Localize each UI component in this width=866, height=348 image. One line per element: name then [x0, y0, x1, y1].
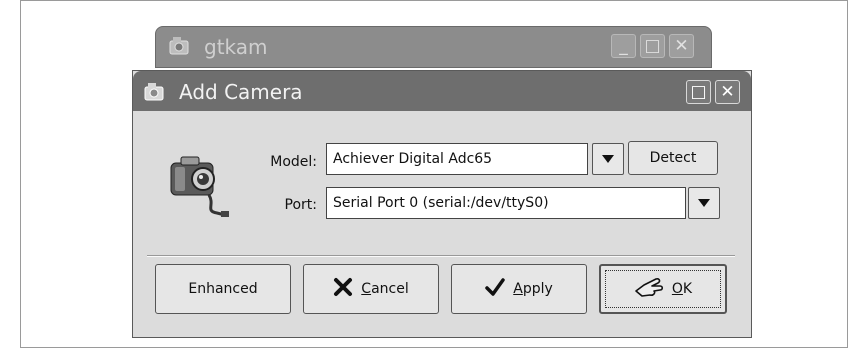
chevron-down-icon	[602, 155, 614, 163]
close-button[interactable]: ✕	[669, 34, 694, 58]
port-dropdown-button[interactable]	[688, 187, 720, 219]
window-title: gtkam	[204, 35, 268, 59]
port-combo[interactable]: Serial Port 0 (serial:/dev/ttyS0)	[326, 187, 686, 219]
model-dropdown-button[interactable]	[592, 143, 624, 175]
model-label: Model:	[270, 154, 317, 170]
digital-camera-icon	[165, 149, 235, 223]
maximize-button[interactable]: □	[640, 34, 665, 58]
camera-small-icon	[168, 35, 192, 61]
dialog-title: Add Camera	[179, 80, 303, 104]
checkmark-icon	[485, 277, 505, 301]
maximize-button[interactable]: □	[686, 80, 711, 104]
apply-button[interactable]: Apply	[451, 264, 587, 314]
port-label: Port:	[284, 197, 317, 213]
add-camera-dialog: Add Camera □ ✕ Model: Achiever Digital A…	[132, 70, 752, 338]
detect-label: Detect	[649, 150, 697, 166]
chevron-down-icon	[698, 199, 710, 207]
ok-button[interactable]: OK	[599, 264, 727, 314]
separator	[147, 255, 735, 257]
model-combo[interactable]: Achiever Digital Adc65	[326, 143, 588, 175]
model-value: Achiever Digital Adc65	[333, 151, 493, 167]
cancel-label: Cancel	[361, 281, 409, 297]
close-button[interactable]: ✕	[715, 80, 740, 104]
camera-small-icon	[143, 81, 167, 107]
enhanced-label: Enhanced	[188, 281, 258, 297]
cancel-button[interactable]: Cancel	[303, 264, 439, 314]
enhanced-button[interactable]: Enhanced	[155, 264, 291, 314]
gtkam-window: gtkam _ □ ✕	[155, 26, 712, 68]
minimize-button[interactable]: _	[611, 34, 636, 58]
apply-label: Apply	[513, 281, 553, 297]
dialog-titlebar: Add Camera □ ✕	[133, 71, 751, 111]
detect-button[interactable]: Detect	[628, 141, 718, 175]
x-cross-icon	[333, 277, 353, 301]
focus-ring	[605, 270, 721, 308]
port-value: Serial Port 0 (serial:/dev/ttyS0)	[333, 195, 549, 211]
